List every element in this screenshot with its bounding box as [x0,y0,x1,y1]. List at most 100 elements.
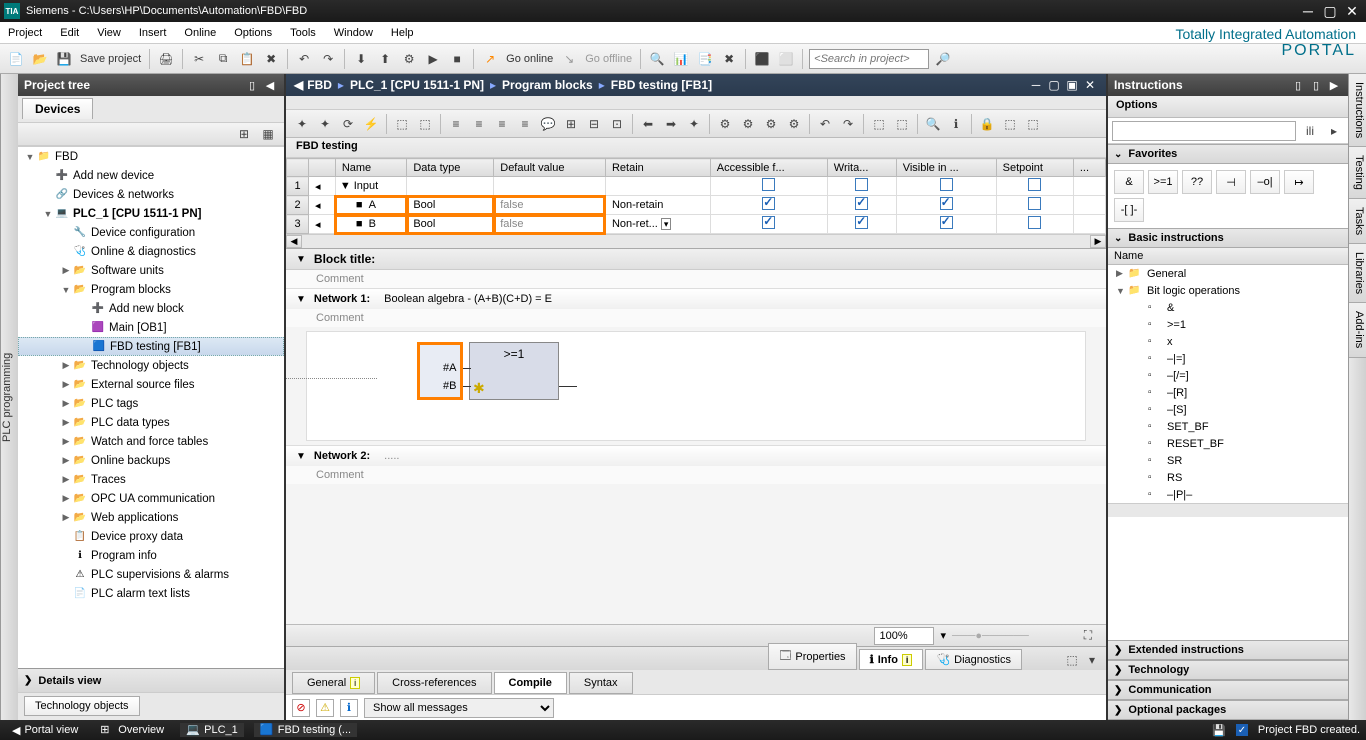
search-go-icon[interactable]: 🔎 [933,49,953,69]
stop-icon[interactable]: ■ [447,49,467,69]
portal-view-button[interactable]: ◀Portal view [6,724,84,737]
instruction-item[interactable]: ▫–|P|– [1108,486,1348,503]
compile-icon[interactable]: ⚙ [399,49,419,69]
block-comment[interactable]: Comment [286,270,1106,288]
rail-libraries[interactable]: Libraries [1349,244,1366,303]
net2-comment[interactable]: Comment [286,466,1106,484]
tree-node[interactable]: ▶📂Online backups [18,451,284,470]
inspector-collapse-icon[interactable]: ▾ [1082,650,1102,670]
tree-node[interactable]: ▶📂OPC UA communication [18,489,284,508]
net1-comment[interactable]: Comment [286,309,1106,327]
tree-node[interactable]: 🟦FBD testing [FB1] [18,337,284,356]
favorite-item[interactable]: –o| [1250,170,1280,194]
pin-a[interactable]: #A [443,362,456,374]
open-project-icon[interactable]: 📂 [30,49,50,69]
menu-tools[interactable]: Tools [290,27,316,39]
favorites-section[interactable]: ⌄Favorites [1108,144,1348,164]
zoom-slider[interactable]: ───●────── [952,630,1072,642]
et3-icon[interactable]: ⟳ [338,114,358,134]
goonline-label[interactable]: Go online [504,53,555,65]
ins-b-icon[interactable]: ▯ [1308,79,1324,92]
zoom-input[interactable] [874,627,934,645]
et27-icon[interactable]: ℹ [946,114,966,134]
pt-collapse-icon[interactable]: ▯ [244,79,260,92]
tree-node[interactable]: ▶📂PLC data types [18,413,284,432]
overview-button[interactable]: ⊞Overview [94,723,170,737]
et14-icon[interactable]: ⊡ [607,114,627,134]
project-tree[interactable]: ▼📁FBD➕Add new device🔗Devices & networks▼… [18,146,284,668]
devices-tab[interactable]: Devices [22,98,93,119]
menu-help[interactable]: Help [391,27,414,39]
ed-max-icon[interactable]: ▣ [1064,78,1080,92]
et6-icon[interactable]: ⬚ [415,114,435,134]
et18-icon[interactable]: ⚙ [715,114,735,134]
hscroll-left-icon[interactable]: ◀ [286,235,302,248]
network1-canvas[interactable]: >=1 #A #B ✱ [306,331,1086,441]
info-filter-icon[interactable]: ℹ [340,699,358,717]
instruction-item[interactable]: ▫>=1 [1108,316,1348,333]
et23-icon[interactable]: ↷ [838,114,858,134]
instruction-item[interactable]: ▫RESET_BF [1108,435,1348,452]
favorite-item[interactable]: & [1114,170,1144,194]
et20-icon[interactable]: ⚙ [761,114,781,134]
zoom-dropdown-icon[interactable]: ▾ [940,629,946,642]
communication-section[interactable]: ❯Communication [1108,680,1348,700]
tree-node[interactable]: 🔧Device configuration [18,223,284,242]
msgtab-compile[interactable]: Compile [494,672,567,694]
pt-hide-icon[interactable]: ◀ [262,79,278,92]
et13-icon[interactable]: ⊟ [584,114,604,134]
tree-node[interactable]: 📋Device proxy data [18,527,284,546]
collapse-icon[interactable]: ▼ [296,294,306,305]
message-filter-select[interactable]: Show all messages [364,698,554,718]
left-rail[interactable]: PLC programming [0,74,18,720]
et22-icon[interactable]: ↶ [815,114,835,134]
et9-icon[interactable]: ≡ [492,114,512,134]
split-v-icon[interactable]: ⬜ [776,49,796,69]
instruction-item[interactable]: ▼📁Bit logic operations [1108,282,1348,299]
menu-edit[interactable]: Edit [60,27,79,39]
tb-a-icon[interactable]: 🔍 [647,49,667,69]
tree-node[interactable]: ▶📂PLC tags [18,394,284,413]
menu-online[interactable]: Online [184,27,216,39]
properties-tab[interactable]: 🗔Properties [768,643,856,670]
et28-icon[interactable]: 🔒 [977,114,997,134]
menu-window[interactable]: Window [334,27,373,39]
delete-icon[interactable]: ✖ [261,49,281,69]
task-plc1[interactable]: 💻PLC_1 [180,723,244,737]
ed-float-icon[interactable]: ▢ [1046,78,1062,92]
et21-icon[interactable]: ⚙ [784,114,804,134]
et25-icon[interactable]: ⬚ [892,114,912,134]
favorite-item[interactable]: -[ ]- [1114,198,1144,222]
tree-node[interactable]: ▶📂Traces [18,470,284,489]
save-label[interactable]: Save project [78,53,143,65]
rail-addins[interactable]: Add-ins [1349,303,1366,357]
et17-icon[interactable]: ✦ [684,114,704,134]
menu-insert[interactable]: Insert [139,27,167,39]
tree-node[interactable]: ▶📂Web applications [18,508,284,527]
rail-testing[interactable]: Testing [1349,147,1366,199]
favorite-item[interactable]: >=1 [1148,170,1178,194]
variable-table[interactable]: NameData typeDefault valueRetainAccessib… [286,158,1106,249]
instruction-item[interactable]: ▶📁General [1108,265,1348,282]
et7-icon[interactable]: ≡ [446,114,466,134]
et2-icon[interactable]: ✦ [315,114,335,134]
network2-header[interactable]: ▼ Network 2: ..... [286,445,1106,466]
et10-icon[interactable]: ≡ [515,114,535,134]
goonline-icon[interactable]: ↗ [480,49,500,69]
technology-section[interactable]: ❯Technology [1108,660,1348,680]
minimize-button[interactable]: ─ [1298,4,1318,18]
tree-node[interactable]: ▼📂Program blocks [18,280,284,299]
et24-icon[interactable]: ⬚ [869,114,889,134]
msgtab-syntax[interactable]: Syntax [569,672,633,694]
warning-filter-icon[interactable]: ⚠ [316,699,334,717]
instruction-item[interactable]: ▫RS [1108,469,1348,486]
print-icon[interactable]: 🖨 [156,49,176,69]
tree-node[interactable]: 📄PLC alarm text lists [18,584,284,603]
upload-icon[interactable]: ⬆ [375,49,395,69]
et30-icon[interactable]: ⬚ [1023,114,1043,134]
instruction-item[interactable]: ▫SET_BF [1108,418,1348,435]
collapse-icon[interactable]: ▼ [296,254,306,265]
menu-options[interactable]: Options [234,27,272,39]
tree-tool-a-icon[interactable]: ⊞ [234,124,254,144]
et1-icon[interactable]: ✦ [292,114,312,134]
